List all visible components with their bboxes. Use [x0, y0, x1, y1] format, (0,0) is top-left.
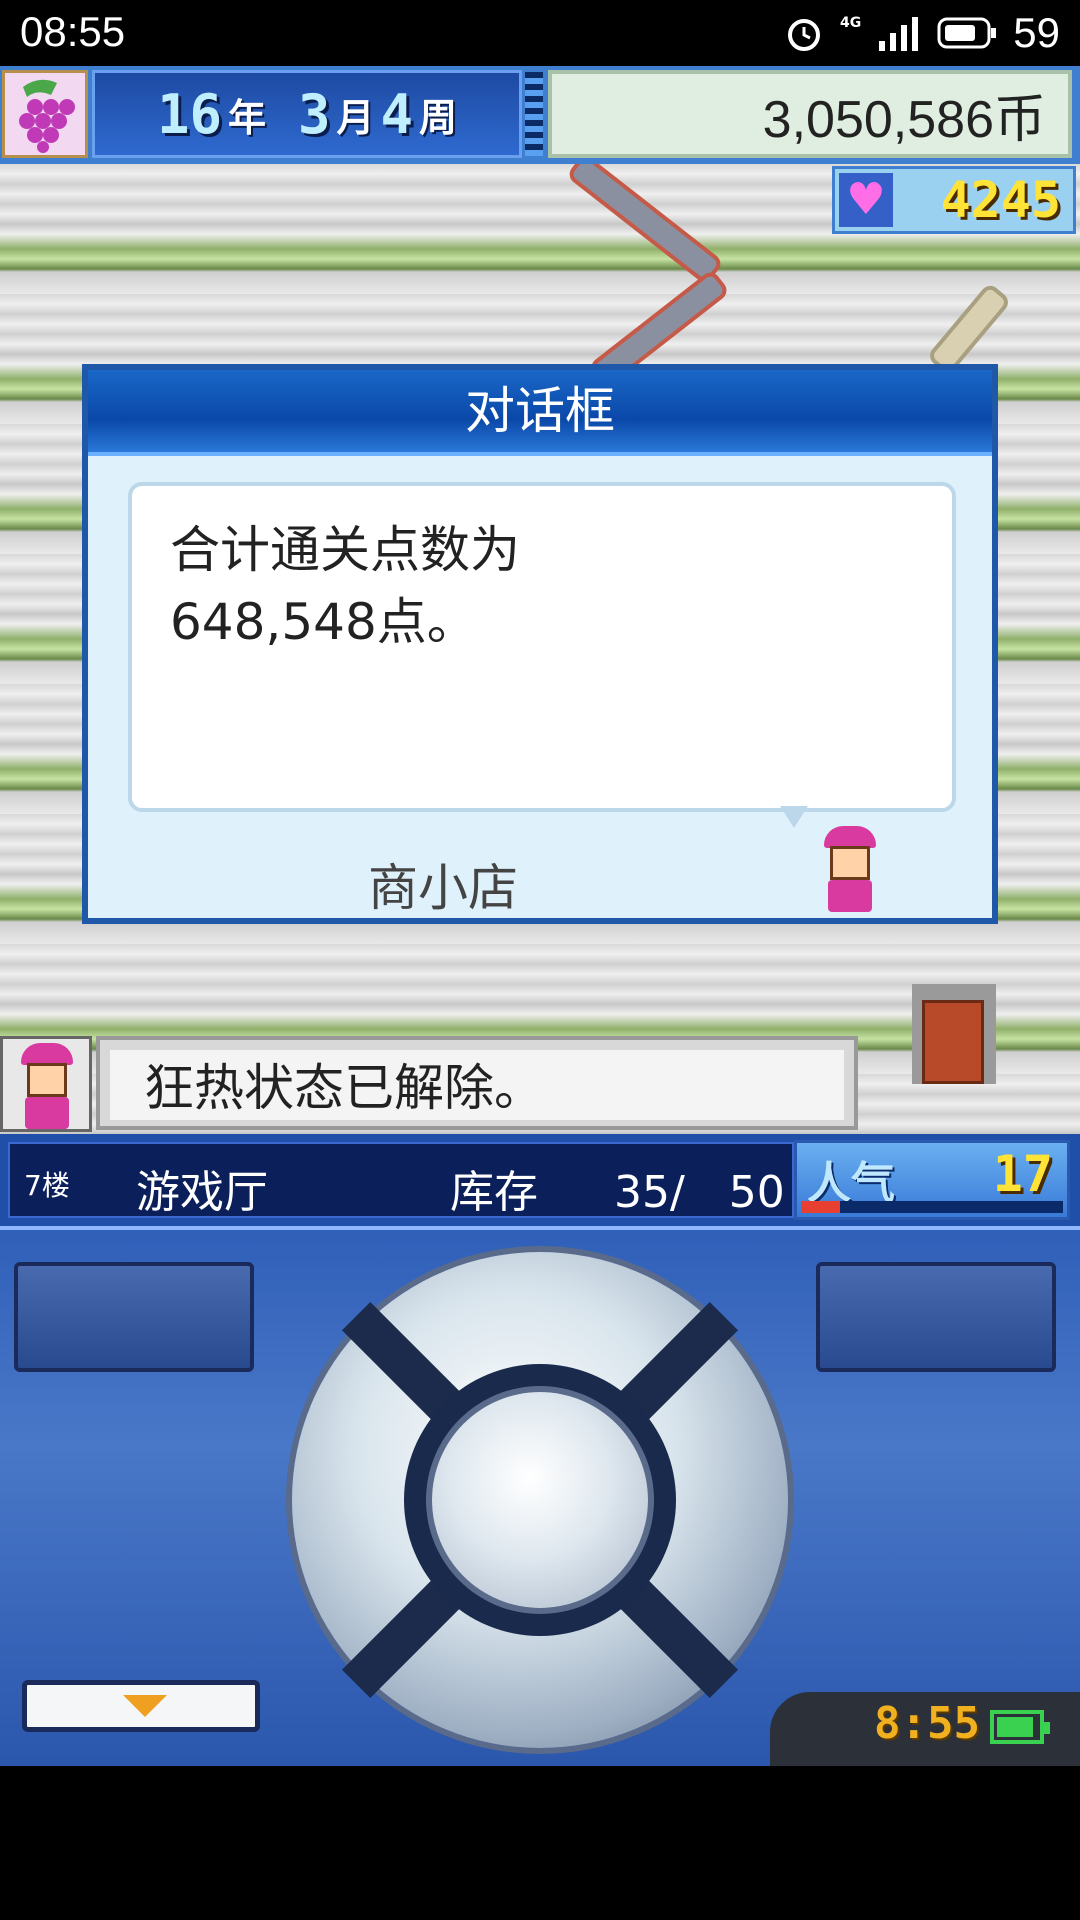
speaker-avatar: [818, 826, 882, 912]
elevator-door: [912, 984, 996, 1084]
dialog-message: 合计通关点数为 648,548点。: [170, 521, 520, 651]
battery-icon: [937, 17, 997, 49]
bubble-tail: [780, 806, 808, 828]
stock-label: 库存: [450, 1167, 538, 1218]
month-label: 月: [336, 95, 375, 140]
controller-panel: 8:55: [0, 1226, 1080, 1770]
left-soft-button[interactable]: [14, 1262, 254, 1372]
menu-toggle-button[interactable]: [22, 1680, 260, 1732]
clock-panel: 8:55: [770, 1692, 1080, 1770]
battery-level: 59: [1013, 9, 1060, 56]
week-number: 4: [380, 82, 414, 146]
popularity-bar-fill: [801, 1201, 841, 1213]
floor-label: 7楼: [24, 1169, 70, 1202]
status-icons: 4G 59: [784, 8, 1060, 58]
status-time: 08:55: [20, 8, 126, 55]
heart-icon: ♥: [839, 173, 893, 227]
heart-counter: ♥ 4245: [832, 166, 1076, 234]
money-display: 3,050,586币: [548, 70, 1072, 158]
dpad-center-button[interactable]: [432, 1392, 648, 1608]
dialog-box[interactable]: 对话框 合计通关点数为 648,548点。 商小店: [82, 364, 998, 924]
directional-pad[interactable]: [292, 1252, 788, 1748]
popularity-panel: 人气 17: [794, 1140, 1070, 1220]
speech-bubble: 合计通关点数为 648,548点。: [128, 482, 956, 812]
right-soft-button[interactable]: [816, 1262, 1056, 1372]
battery-icon: [990, 1710, 1050, 1744]
facility-info-bar[interactable]: 7楼 游戏厅 库存 35/ 50 人气 17: [0, 1134, 1080, 1226]
popularity-bar: [801, 1201, 1063, 1213]
hud-divider: [525, 72, 543, 156]
dialog-title: 对话框: [88, 370, 992, 456]
year-label: 年: [227, 95, 266, 140]
popularity-value: 17: [992, 1145, 1053, 1203]
signal-icon: [879, 17, 919, 51]
escalator: [565, 164, 725, 286]
status-bar: 08:55 4G 59: [0, 0, 1080, 66]
grape-icon[interactable]: [2, 70, 88, 158]
facility-name: 游戏厅: [136, 1167, 268, 1218]
clock-time: 8:55: [874, 1698, 980, 1749]
escalator: [926, 281, 1012, 377]
alarm-icon: [788, 19, 821, 51]
game-date: 16 年 3 月 4 周: [92, 70, 522, 158]
facility-info: 7楼 游戏厅 库存 35/ 50: [8, 1142, 794, 1218]
door-panel: [922, 1000, 984, 1084]
stock-value: 35/ 50: [614, 1167, 785, 1218]
notification-bar: 狂热状态已解除。: [96, 1036, 858, 1130]
heart-count: 4245: [940, 171, 1061, 229]
chevron-down-icon: [123, 1695, 167, 1717]
top-hud: 16 年 3 月 4 周 3,050,586币: [0, 66, 1080, 164]
notification-text: 狂热状态已解除。: [110, 1050, 844, 1120]
week-label: 周: [419, 95, 458, 140]
notification-avatar: [0, 1036, 92, 1132]
speaker-name: 商小店: [368, 859, 518, 917]
year-number: 16: [156, 82, 222, 146]
month-number: 3: [297, 82, 331, 146]
network-type: 4G: [840, 15, 862, 31]
bottom-area: [0, 1766, 1080, 1920]
